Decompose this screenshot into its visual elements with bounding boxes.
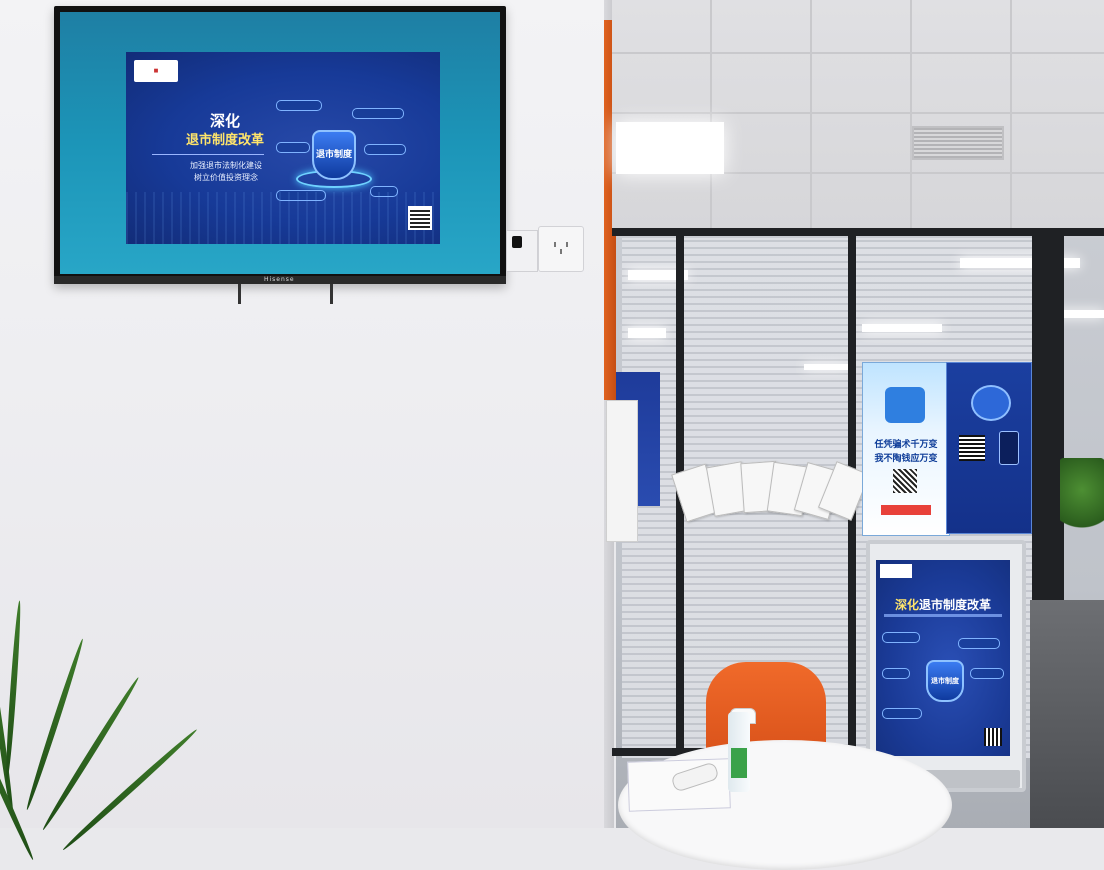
ceiling-light (616, 122, 724, 174)
slide-rays (126, 192, 440, 244)
slide-chip (352, 108, 404, 119)
poster-chip (882, 668, 910, 679)
slide-chip (276, 142, 310, 153)
poster-chip (970, 668, 1004, 679)
poster-red-banner (881, 505, 931, 515)
partition-frame (612, 228, 1104, 236)
outlet-icon (554, 242, 568, 254)
background-plant (1060, 458, 1104, 538)
tv: ■ 深化 退市制度改革 加强退市法制化建设 树立价值投资理念 退市制度 Hise… (54, 6, 506, 284)
plug-icon (512, 236, 522, 248)
tv-brand: Hisense (264, 276, 295, 283)
tv-slide: ■ 深化 退市制度改革 加强退市法制化建设 树立价值投资理念 退市制度 (126, 52, 440, 244)
poster-chip (958, 638, 1000, 649)
floor (1030, 600, 1104, 828)
slide-chip (276, 100, 322, 111)
standing-subtitle (884, 614, 1002, 617)
standing-title-part2: 退市制度改革 (919, 598, 992, 612)
cable (330, 284, 333, 304)
standing-poster-title: 深化退市制度改革 (880, 596, 1006, 613)
slide-subtitle: 加强退市法制化建设 树立价值投资理念 (166, 160, 286, 184)
slide-subtitle-line1: 加强退市法制化建设 (190, 161, 262, 170)
poster-logo (880, 564, 912, 578)
qr-code-icon (893, 469, 917, 493)
fraud-warning-poster: 任凭骗术千万变 我不陶钱应万变 (862, 362, 950, 536)
slide-chip (364, 144, 406, 155)
reflected-light (628, 328, 666, 338)
power-outlet (538, 226, 584, 272)
emblem-icon (971, 385, 1011, 421)
standing-title-part1: 深化 (894, 598, 919, 612)
phone-icon (999, 431, 1019, 465)
bottle-label (731, 748, 747, 778)
shield-icon: 退市制度 (312, 130, 356, 180)
reflected-light (804, 364, 848, 370)
qr-code-icon (984, 728, 1002, 746)
slide-divider (152, 154, 264, 155)
slide-subtitle-line2: 树立价值投资理念 (194, 173, 258, 182)
slide-logo: ■ (134, 60, 178, 82)
cable (238, 284, 241, 304)
slide-title-line2: 退市制度改革 (185, 133, 264, 148)
qr-code-icon (959, 435, 985, 461)
poster-chip (882, 708, 922, 719)
poster-line1: 任凭骗术千万变 (874, 440, 938, 450)
potted-plant (0, 560, 200, 862)
tv-screen: ■ 深化 退市制度改革 加强退市法制化建设 树立价值投资理念 退市制度 (60, 12, 500, 274)
poster-chip (882, 632, 920, 643)
slide-title: 深化 退市制度改革 (170, 112, 280, 150)
poster-line2: 我不陶钱应万变 (874, 454, 938, 464)
qr-code-icon (408, 206, 432, 230)
shield-icon: 退市制度 (926, 660, 964, 702)
blue-poster (946, 362, 1032, 534)
ceiling (612, 0, 1104, 232)
badge-icon (885, 387, 925, 423)
wall-plate (506, 230, 538, 272)
reflected-light (862, 324, 942, 332)
document-holder (606, 400, 638, 542)
standing-poster: 深化退市制度改革 退市制度 (876, 560, 1010, 756)
air-vent (912, 126, 1004, 160)
slide-title-line1: 深化 (209, 112, 240, 130)
